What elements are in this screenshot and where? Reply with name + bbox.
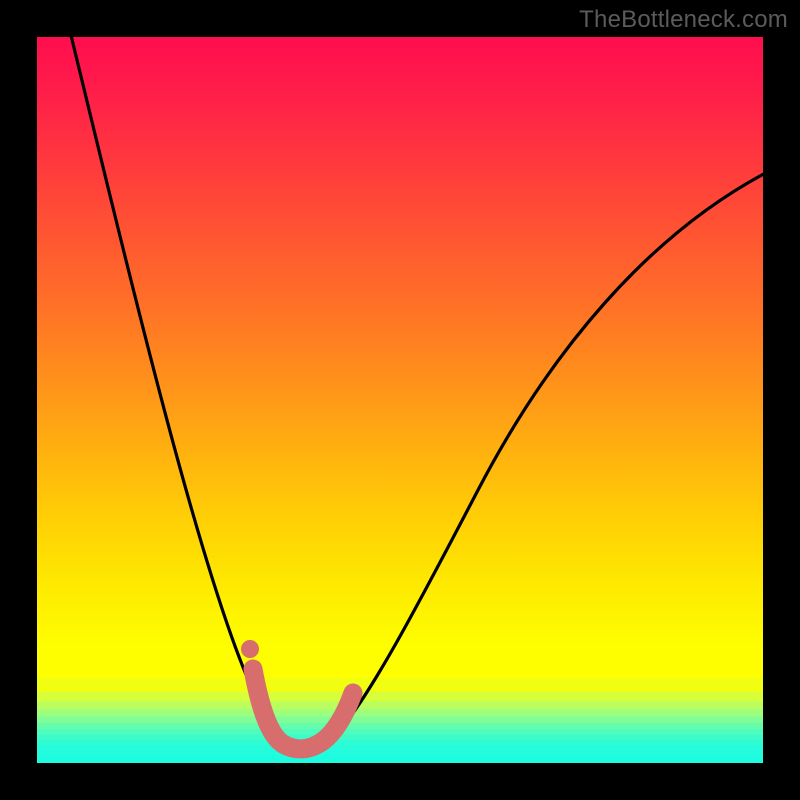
watermark-text: TheBottleneck.com — [579, 6, 788, 34]
trough-dot — [241, 640, 259, 658]
chart-frame: TheBottleneck.com — [0, 0, 800, 800]
bottleneck-curve — [37, 37, 763, 763]
trough-marker — [253, 669, 353, 749]
curve-path — [69, 27, 777, 751]
